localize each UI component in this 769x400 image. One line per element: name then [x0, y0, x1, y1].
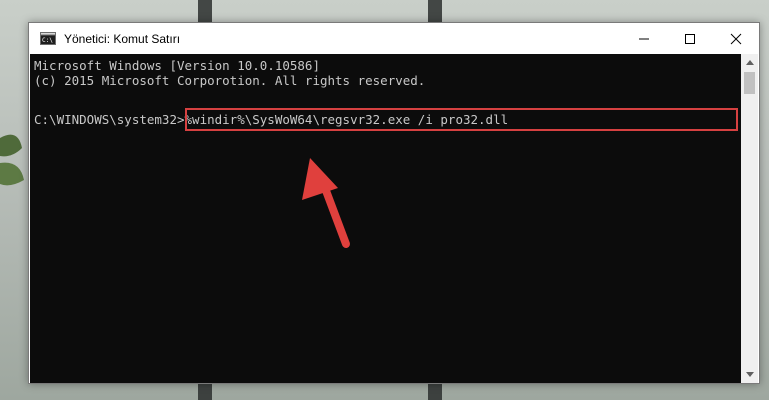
scroll-up-button[interactable]	[741, 54, 758, 71]
prompt-text: C:\WINDOWS\system32>	[34, 112, 185, 127]
maximize-icon	[685, 33, 695, 44]
chevron-up-icon	[745, 60, 754, 65]
minimize-button[interactable]	[621, 23, 667, 54]
console-line: Microsoft Windows [Version 10.0.10586]	[34, 58, 320, 73]
scroll-thumb[interactable]	[744, 72, 755, 94]
background-plant	[0, 118, 30, 208]
close-button[interactable]	[713, 23, 759, 54]
cmd-icon: C:\	[40, 32, 56, 45]
command-prompt-window[interactable]: C:\ Yönetici: Komut Satırı Microsoft Win…	[28, 22, 760, 384]
scroll-down-button[interactable]	[741, 366, 758, 383]
svg-text:C:\: C:\	[42, 37, 53, 44]
window-title: Yönetici: Komut Satırı	[64, 31, 181, 46]
vertical-scrollbar[interactable]	[741, 54, 758, 383]
console-line: (c) 2015 Microsoft Corporotion. All righ…	[34, 73, 426, 88]
minimize-icon	[639, 38, 649, 39]
close-icon	[730, 33, 742, 44]
command-highlight-box	[185, 108, 738, 131]
console-output[interactable]: Microsoft Windows [Version 10.0.10586] (…	[30, 54, 742, 383]
maximize-button[interactable]	[667, 23, 713, 54]
pointer-arrow-icon	[292, 154, 362, 254]
title-bar[interactable]: C:\ Yönetici: Komut Satırı	[29, 23, 759, 54]
chevron-down-icon	[745, 372, 754, 377]
